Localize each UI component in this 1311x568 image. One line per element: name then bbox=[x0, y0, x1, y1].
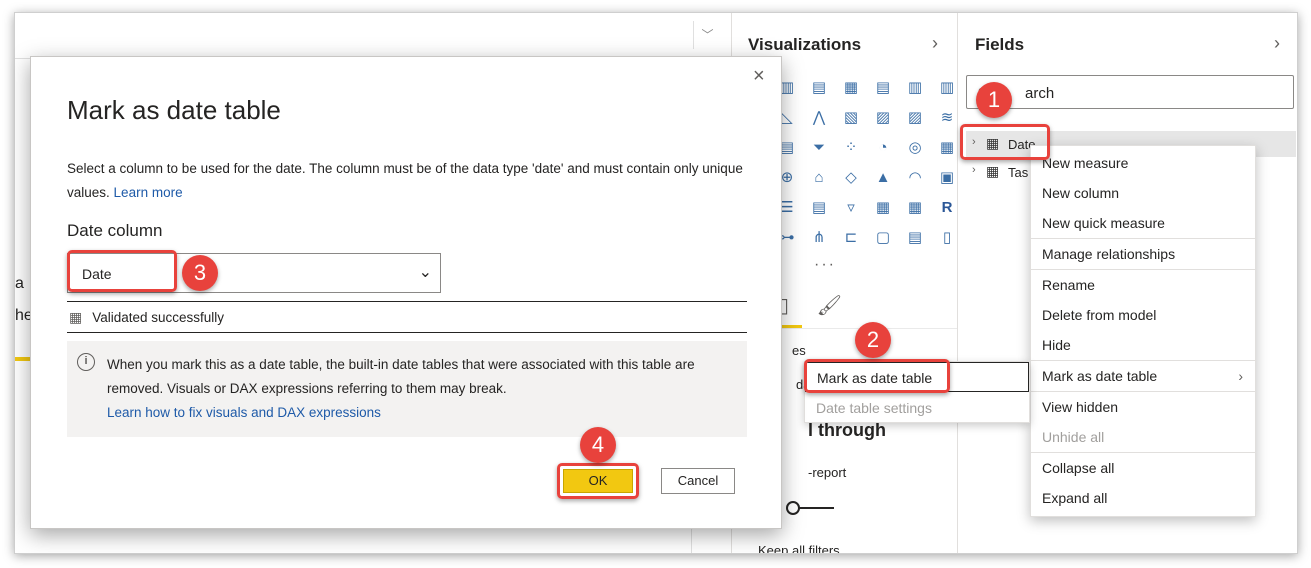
validation-text: Validated successfully bbox=[92, 310, 225, 325]
dialog-title: Mark as date table bbox=[67, 95, 281, 125]
chevron-right-icon: › bbox=[1238, 368, 1243, 384]
info-message: When you mark this as a date table, the … bbox=[107, 357, 695, 396]
shape-map-icon[interactable]: ◇ bbox=[842, 169, 860, 187]
table-icon: ▦ bbox=[69, 309, 83, 325]
gauge-icon[interactable]: ◠ bbox=[906, 169, 924, 187]
menu-item-new-quick-measure[interactable]: New quick measure bbox=[1031, 208, 1255, 238]
funnel-chart-icon[interactable]: ⏷ bbox=[810, 139, 828, 157]
menu-item-mark-as-date-table[interactable]: Mark as date table › bbox=[1031, 361, 1255, 391]
step-badge-4: 4 bbox=[580, 427, 616, 463]
line-column-chart-icon[interactable]: ▨ bbox=[874, 109, 892, 127]
visual-icon-grid: ▥ ▤ ▦ ▤ ▥ ▥ ◺ ⋀ ▧ ▨ ▨ ≋ ▤ ⏷ ⁘ ◔ ◎ ▦ ⊕ ⌂ … bbox=[778, 79, 960, 251]
info-message-box: i When you mark this as a date table, th… bbox=[67, 341, 747, 437]
menu-item-new-measure[interactable]: New measure bbox=[1031, 148, 1255, 178]
drill-through-title: l through bbox=[808, 420, 886, 440]
stacked-column-chart-icon[interactable]: ▤ bbox=[810, 79, 828, 97]
values-well-label: es bbox=[792, 343, 806, 358]
highlight-box-date-table bbox=[960, 124, 1050, 160]
100-bar-chart-icon[interactable]: ▥ bbox=[906, 79, 924, 97]
fields-search-input[interactable]: ⌕ arch bbox=[966, 75, 1294, 109]
menu-item-rename[interactable]: Rename bbox=[1031, 270, 1255, 300]
scatter-chart-icon[interactable]: ⁘ bbox=[842, 139, 860, 157]
divider bbox=[67, 332, 747, 333]
validation-status: ▦ Validated successfully bbox=[69, 309, 224, 326]
key-influencers-icon[interactable]: ⋔ bbox=[810, 229, 828, 247]
chevron-right-icon[interactable]: › bbox=[972, 164, 976, 176]
step-badge-3: 3 bbox=[182, 255, 218, 291]
line-clustered-column-chart-icon[interactable]: ▨ bbox=[906, 109, 924, 127]
highlight-box-ok bbox=[557, 463, 639, 499]
chevron-down-icon: ⌄ bbox=[418, 264, 432, 281]
qa-icon[interactable]: ▢ bbox=[874, 229, 892, 247]
menu-item-collapse-all[interactable]: Collapse all bbox=[1031, 453, 1255, 483]
dialog-description: Select a column to be used for the date.… bbox=[67, 157, 757, 205]
submenu-item-date-table-settings: Date table settings bbox=[816, 400, 932, 416]
menu-item-hide[interactable]: Hide bbox=[1031, 330, 1255, 360]
step-badge-2: 2 bbox=[855, 322, 891, 358]
fields-title: Fields bbox=[975, 35, 1025, 54]
pie-chart-icon[interactable]: ◔ bbox=[874, 139, 892, 157]
close-icon[interactable]: × bbox=[753, 65, 765, 88]
treemap-icon[interactable]: ▦ bbox=[938, 139, 956, 157]
keep-all-filters-label: Keep all filters bbox=[758, 543, 840, 554]
ribbon-chart-icon[interactable]: ≋ bbox=[938, 109, 956, 127]
decomposition-tree-icon[interactable]: ⊏ bbox=[842, 229, 860, 247]
azure-map-icon[interactable]: ▲ bbox=[874, 169, 892, 187]
highlight-box-date-column bbox=[67, 250, 177, 292]
learn-more-link[interactable]: Learn more bbox=[114, 185, 183, 200]
area-chart-icon[interactable]: ⋀ bbox=[810, 109, 828, 127]
menu-item-expand-all[interactable]: Expand all bbox=[1031, 483, 1255, 513]
collapse-pane-icon[interactable]: › bbox=[1274, 33, 1280, 54]
paginated-report-icon[interactable]: ▯ bbox=[938, 229, 956, 247]
divider bbox=[67, 301, 747, 302]
format-paintbrush-icon[interactable]: 🖌 bbox=[817, 295, 842, 317]
filled-map-icon[interactable]: ⌂ bbox=[810, 169, 828, 187]
more-visuals-icon[interactable]: ··· bbox=[814, 256, 836, 274]
donut-chart-icon[interactable]: ◎ bbox=[906, 139, 924, 157]
menu-item-unhide-all: Unhide all bbox=[1042, 429, 1105, 445]
partial-text: a bbox=[15, 275, 24, 292]
table-context-menu: New measure New column New quick measure… bbox=[1030, 145, 1256, 517]
info-icon: i bbox=[77, 353, 95, 371]
menu-item-view-hidden[interactable]: View hidden bbox=[1031, 392, 1255, 422]
100-column-chart-icon[interactable]: ▥ bbox=[938, 79, 956, 97]
matrix-icon[interactable]: ▦ bbox=[906, 199, 924, 217]
highlight-box-mark-as-date-table bbox=[804, 359, 950, 393]
visualizations-title: Visualizations bbox=[748, 35, 862, 54]
stacked-area-chart-icon[interactable]: ▧ bbox=[842, 109, 860, 127]
r-visual-icon[interactable]: R bbox=[938, 199, 956, 217]
step-badge-1: 1 bbox=[976, 82, 1012, 118]
cross-report-label: -report bbox=[808, 465, 847, 480]
canvas-top-bar: ﹀ bbox=[15, 13, 731, 59]
table-label: Tas bbox=[1008, 165, 1029, 180]
search-placeholder: arch bbox=[1025, 85, 1055, 102]
menu-item-delete-from-model[interactable]: Delete from model bbox=[1031, 300, 1255, 330]
slicer-icon[interactable]: ▿ bbox=[842, 199, 860, 217]
menu-item-new-column[interactable]: New column bbox=[1031, 178, 1255, 208]
menu-item-label: Mark as date table bbox=[1042, 368, 1158, 384]
menu-item-manage-relationships[interactable]: Manage relationships bbox=[1031, 239, 1255, 269]
kpi-icon[interactable]: ▤ bbox=[810, 199, 828, 217]
date-column-label: Date column bbox=[67, 221, 163, 240]
collapse-pane-icon[interactable]: › bbox=[932, 33, 938, 54]
info-text: When you mark this as a date table, the … bbox=[107, 353, 737, 425]
smart-narrative-icon[interactable]: ▤ bbox=[906, 229, 924, 247]
clustered-column-chart-icon[interactable]: ▤ bbox=[874, 79, 892, 97]
mark-as-date-table-dialog: × Mark as date table Select a column to … bbox=[30, 56, 782, 529]
cross-report-toggle[interactable] bbox=[786, 501, 800, 515]
fix-visuals-link[interactable]: Learn how to fix visuals and DAX express… bbox=[107, 401, 737, 425]
cancel-button[interactable]: Cancel bbox=[661, 468, 735, 494]
chevron-down-icon[interactable]: ﹀ bbox=[693, 21, 721, 49]
clustered-bar-chart-icon[interactable]: ▦ bbox=[842, 79, 860, 97]
table-icon[interactable]: ▦ bbox=[874, 199, 892, 217]
card-icon[interactable]: ▣ bbox=[938, 169, 956, 187]
table-icon: ▦ bbox=[986, 163, 1000, 179]
